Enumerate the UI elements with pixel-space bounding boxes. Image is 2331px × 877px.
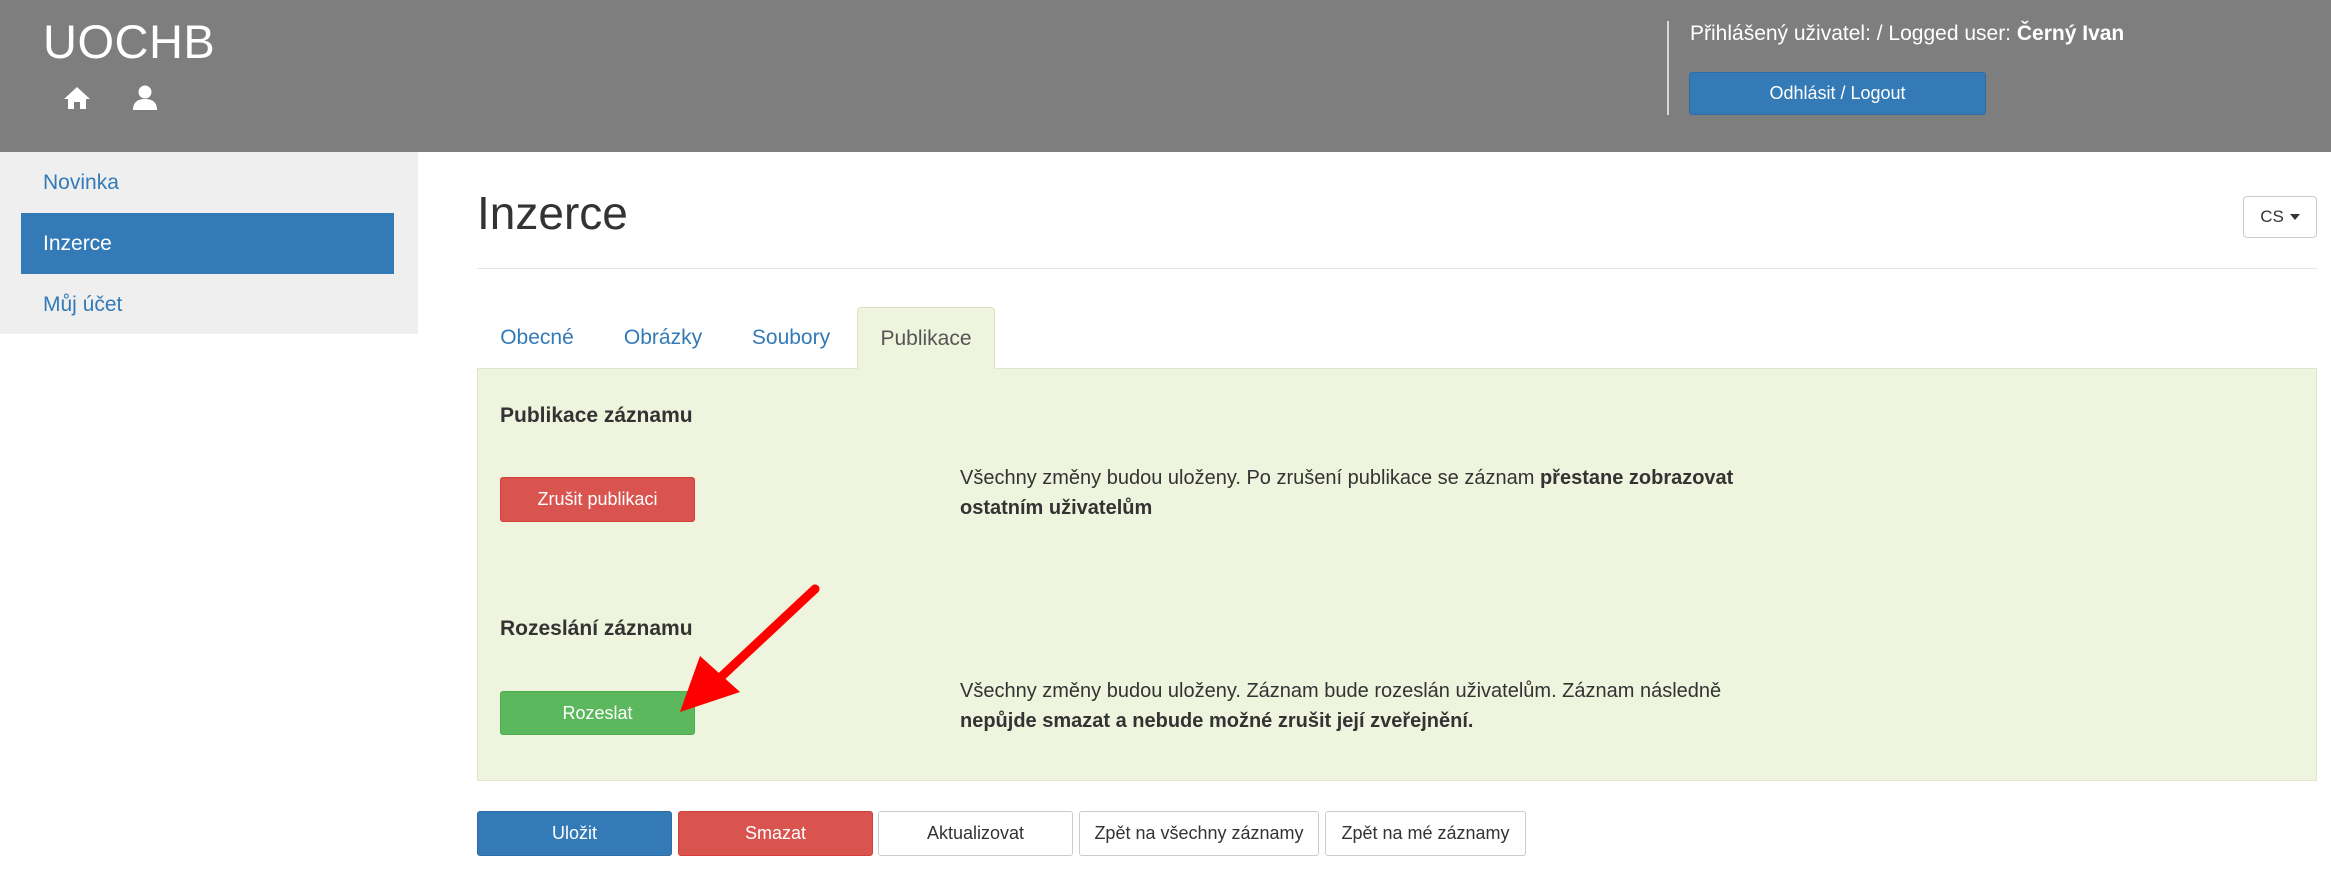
header-divider xyxy=(1667,21,1669,115)
page-title: Inzerce xyxy=(477,187,628,239)
publication-section-title: Publikace záznamu xyxy=(500,404,693,427)
title-divider xyxy=(477,268,2317,269)
language-dropdown[interactable]: CS xyxy=(2243,196,2317,238)
distribution-note: Všechny změny budou uloženy. Záznam bude… xyxy=(960,676,1840,736)
logout-button[interactable]: Odhlásit / Logout xyxy=(1689,72,1986,115)
back-to-all-records-button[interactable]: Zpět na všechny záznamy xyxy=(1079,811,1319,856)
caret-down-icon xyxy=(2289,214,2300,220)
logged-user-info: Přihlášený uživatel: / Logged user: Čern… xyxy=(1690,22,2124,46)
logged-user-label: Přihlášený uživatel: / Logged user: xyxy=(1690,22,2012,45)
language-value: CS xyxy=(2260,207,2284,226)
user-icon[interactable] xyxy=(129,82,161,114)
annotation-arrow-icon xyxy=(680,584,820,712)
refresh-button[interactable]: Aktualizovat xyxy=(878,811,1073,856)
distribution-note-text: Všechny změny budou uloženy. Záznam bude… xyxy=(960,680,1722,702)
publication-note: Všechny změny budou uloženy. Po zrušení … xyxy=(960,463,1840,523)
sidebar: Novinka Inzerce Můj účet xyxy=(0,152,418,334)
tab-obrazky[interactable]: Obrázky xyxy=(605,307,721,369)
tab-soubory[interactable]: Soubory xyxy=(735,307,847,369)
delete-button[interactable]: Smazat xyxy=(678,811,873,856)
distribution-note-bold: nepůjde smazat a nebude možné zrušit jej… xyxy=(960,710,1474,732)
sidebar-item-muj-ucet[interactable]: Můj účet xyxy=(21,274,394,335)
brand-logo[interactable]: UOCHB xyxy=(43,14,215,69)
cancel-publication-button[interactable]: Zrušit publikaci xyxy=(500,477,695,522)
top-header: UOCHB Přihlášený uživatel: / Logged user… xyxy=(0,0,2331,152)
tab-publikace[interactable]: Publikace xyxy=(857,307,995,369)
publication-note-text: Všechny změny budou uloženy. Po zrušení … xyxy=(960,467,1540,489)
back-to-my-records-button[interactable]: Zpět na mé záznamy xyxy=(1325,811,1526,856)
save-button[interactable]: Uložit xyxy=(477,811,672,856)
sidebar-item-inzerce[interactable]: Inzerce xyxy=(21,213,394,274)
tab-obecne[interactable]: Obecné xyxy=(477,307,597,369)
publication-note-bold-2: ostatním uživatelům xyxy=(960,497,1153,519)
logged-user-name: Černý Ivan xyxy=(2016,22,2125,45)
home-icon[interactable] xyxy=(61,82,93,114)
publication-note-bold-1: přestane zobrazovat xyxy=(1539,467,1734,489)
sidebar-item-novinka[interactable]: Novinka xyxy=(21,152,394,213)
